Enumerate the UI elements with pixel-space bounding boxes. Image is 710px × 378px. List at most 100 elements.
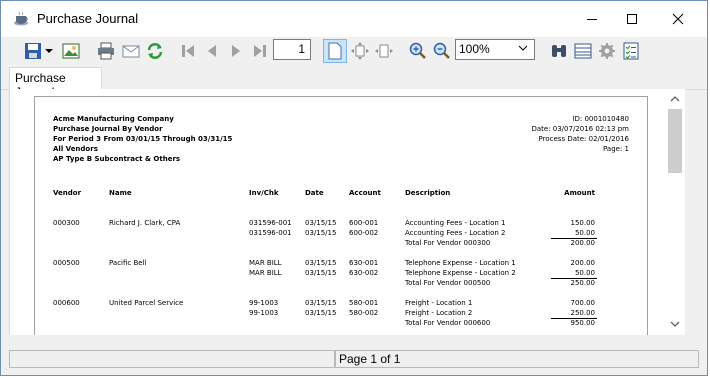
next-page-icon [232,45,240,57]
save-dropdown-button[interactable] [42,39,56,63]
parameters-button[interactable] [619,39,643,63]
page-width-button[interactable] [372,39,396,63]
fit-page-button[interactable] [348,39,372,63]
vendor-name: Richard J. Clark, CPA [109,219,181,227]
invoice-number: 031596-001 [249,219,292,227]
refresh-icon [147,43,163,59]
search-button[interactable] [547,39,571,63]
toolbar [1,37,707,65]
vendor-id: 000500 [53,259,80,267]
single-page-view-icon [328,42,342,60]
vendor-total-label: Total For Vendor 000600 [405,319,491,327]
previous-page-icon [208,45,216,57]
minimize-icon [587,19,597,20]
report-ap-type: AP Type B Subcontract & Others [53,155,181,163]
scroll-up-icon[interactable] [670,95,680,102]
tab-strip [1,65,707,90]
coffee-cup-icon [14,11,28,26]
line-amount: 50.00 [574,269,595,277]
refresh-button[interactable] [143,39,167,63]
invoice-number: MAR BILL [249,259,282,267]
dropdown-arrow-icon [45,49,53,53]
invoice-date: 03/15/15 [305,259,337,267]
scrollbar-thumb[interactable] [668,109,682,173]
email-icon [122,45,140,58]
vendor-id: 000300 [53,219,80,227]
single-page-view-button[interactable] [323,39,347,63]
zoom-in-icon [409,42,426,59]
vendor-total-label: Total For Vendor 000500 [405,279,491,287]
page-setup-button[interactable] [571,39,595,63]
zoom-out-icon [433,42,450,59]
last-page-button[interactable] [248,39,272,63]
zoom-select[interactable]: 100% [455,39,535,60]
invoice-number: 031596-001 [249,229,292,237]
window-title: Purchase Journal [37,11,139,26]
column-header-vendor: Vendor [53,189,82,197]
maximize-icon [627,14,637,24]
report-title: Purchase Journal By Vendor [53,125,163,133]
next-page-button[interactable] [224,39,248,63]
tab-purchase-journal[interactable]: Purchase Journal [9,67,102,99]
account-number: 600-001 [349,219,379,227]
account-number: 600-002 [349,229,379,237]
first-page-button[interactable] [176,39,200,63]
previous-page-button[interactable] [200,39,224,63]
line-amount: 50.00 [574,229,595,237]
column-header-amount: Amount [564,189,595,197]
title-bar[interactable]: Purchase Journal [1,1,707,37]
column-header-invchk: Inv/Chk [249,189,279,197]
print-icon [98,42,114,60]
company-name: Acme Manufacturing Company [53,115,174,123]
page-number: Page: 1 [603,145,629,153]
invoice-number: MAR BILL [249,269,282,277]
page-setup-icon [574,43,592,59]
page-count-status: Page 1 of 1 [339,352,401,366]
line-description: Accounting Fees - Location 1 [405,219,506,227]
report-vendor-filter: All Vendors [53,145,98,153]
page-number-input[interactable]: 1 [273,39,311,60]
close-button[interactable] [655,1,701,37]
line-amount: 700.00 [570,299,596,307]
invoice-date: 03/15/15 [305,309,337,317]
email-button[interactable] [119,39,143,63]
zoom-in-button[interactable] [406,39,430,63]
fit-page-icon [351,42,369,60]
close-icon [672,13,684,25]
search-binoculars-icon [552,45,566,57]
line-amount: 150.00 [570,219,596,227]
report-page: Acme Manufacturing Company Purchase Jour… [34,96,648,335]
account-number: 580-001 [349,299,379,307]
settings-gear-icon [599,43,615,59]
process-date: Process Date: 02/01/2016 [538,135,629,143]
zoom-value: 100% [459,42,490,56]
column-header-name: Name [109,189,132,197]
line-amount: 250.00 [570,309,596,317]
maximize-button[interactable] [609,1,655,37]
account-number: 630-002 [349,269,379,277]
last-page-icon [254,45,266,57]
settings-button[interactable] [595,39,619,63]
scroll-down-icon[interactable] [670,321,680,328]
report-viewport[interactable]: Acme Manufacturing Company Purchase Jour… [9,89,666,335]
line-description: Telephone Expense - Location 2 [405,269,516,277]
vendor-total-amount: 200.00 [570,239,596,247]
vendor-total-amount: 950.00 [570,319,596,327]
account-number: 580-002 [349,309,379,317]
invoice-number: 99-1003 [249,299,279,307]
zoom-out-button[interactable] [430,39,454,63]
vendor-total-amount: 250.00 [570,279,596,287]
line-description: Freight - Location 2 [405,309,473,317]
column-header-date: Date [305,189,324,197]
vendor-name: Pacific Bell [109,259,147,267]
report-viewer-window: Purchase Journal 1 100% Purchase Acme Ma… [0,0,708,376]
vendor-total-label: Total For Vendor 000300 [405,239,491,247]
column-header-account: Account [349,189,381,197]
parameters-checklist-icon [623,42,639,60]
print-button[interactable] [94,39,118,63]
export-image-icon [62,43,80,59]
line-description: Freight - Location 1 [405,299,473,307]
chevron-down-icon [518,45,528,51]
export-image-button[interactable] [59,39,83,63]
vendor-id: 000600 [53,299,80,307]
